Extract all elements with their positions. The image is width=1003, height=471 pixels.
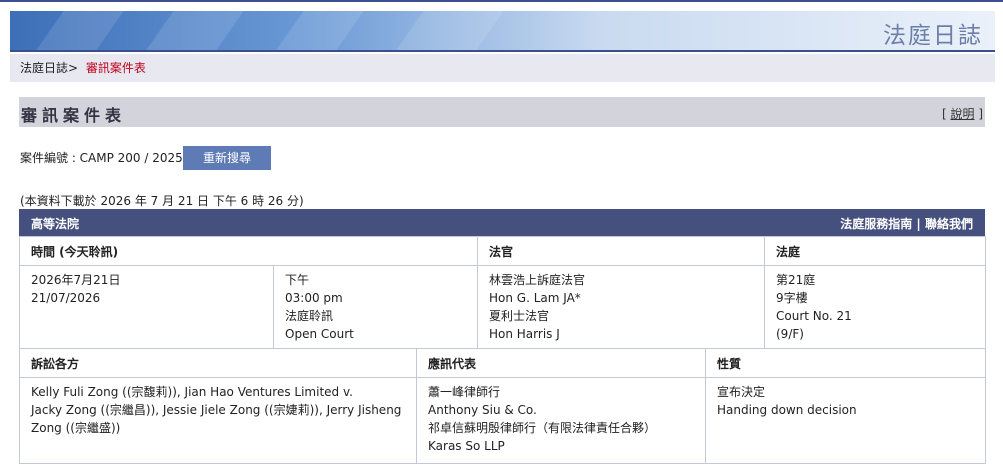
- help-link-wrapper: [ 說明 ]: [941, 107, 983, 121]
- page-header: 審訊案件表 [ 說明 ]: [19, 97, 985, 127]
- firm-1-chinese: 蕭一峰律師行: [428, 385, 501, 399]
- hearing-table: 時間 (今天聆訊) 法官 法庭 2026年7月21日 21/07/2026 下午…: [19, 236, 986, 349]
- courtroom-chinese: 第21庭: [776, 273, 816, 287]
- parties-line: Jacky Zong ((宗繼昌)), Jessie Jiele Zong ((…: [31, 403, 402, 417]
- hearing-type-chinese: 法庭聆訊: [285, 309, 334, 323]
- time-value: 03:00 pm: [285, 291, 343, 305]
- page-title: 審訊案件表: [21, 106, 127, 125]
- parties-header: 訴訟各方: [19, 348, 417, 378]
- download-timestamp: (本資料下載於 2026 年 7 月 21 日 下午 6 時 26 分): [20, 194, 304, 208]
- representation-cell: 蕭一峰律師行 Anthony Siu & Co. 祁卓信蘇明殷律師行（有限法律責…: [416, 377, 706, 464]
- banner-title: 法庭日誌: [883, 23, 983, 49]
- firm-2-chinese: 祁卓信蘇明殷律師行（有限法律責任合夥）: [428, 421, 657, 435]
- firm-1-english: Anthony Siu & Co.: [428, 403, 537, 417]
- parties-table: 訴訟各方 應訊代表 性質 Kelly Fuli Zong ((宗馥莉)), Ji…: [19, 348, 986, 464]
- parties-line: Kelly Fuli Zong ((宗馥莉)), Jian Hao Ventur…: [31, 385, 353, 399]
- case-number: 案件編號 : CAMP 200 / 2025: [20, 151, 183, 165]
- header-banner: 法庭日誌: [10, 11, 995, 50]
- judge-2-english: Hon Harris J: [489, 327, 560, 341]
- time-header: 時間 (今天聆訊): [19, 236, 478, 266]
- court-guide-link[interactable]: 法庭服務指南: [840, 217, 912, 231]
- breadcrumb-separator: >: [68, 61, 79, 75]
- judge-header: 法官: [477, 236, 765, 266]
- judge-1-chinese: 林雲浩上訴庭法官: [489, 273, 586, 287]
- judge-1-english: Hon G. Lam JA*: [489, 291, 581, 305]
- court-header: 法庭: [764, 236, 986, 266]
- court-bar: 高等法院 法庭服務指南 | 聯絡我們: [19, 209, 985, 236]
- contact-us-link[interactable]: 聯絡我們: [925, 217, 973, 231]
- date-numeric: 21/07/2026: [31, 291, 101, 305]
- hearing-type-english: Open Court: [285, 327, 354, 341]
- table-row: Kelly Fuli Zong ((宗馥莉)), Jian Hao Ventur…: [19, 377, 986, 464]
- court-links: 法庭服務指南 | 聯絡我們: [840, 217, 973, 231]
- floor-english: (9/F): [776, 327, 804, 341]
- breadcrumb: 法庭日誌> 審訊案件表: [10, 54, 995, 82]
- date-chinese: 2026年7月21日: [31, 273, 121, 287]
- parties-line: Zong ((宗繼盛)): [31, 421, 121, 435]
- floor-chinese: 9字樓: [776, 291, 808, 305]
- judge-2-chinese: 夏利士法官: [489, 309, 550, 323]
- breadcrumb-home[interactable]: 法庭日誌: [20, 61, 68, 75]
- nature-english: Handing down decision: [717, 403, 857, 417]
- banner-divider: [10, 50, 995, 52]
- courtroom-english: Court No. 21: [776, 309, 852, 323]
- nature-header: 性質: [705, 348, 986, 378]
- representation-header: 應訊代表: [416, 348, 706, 378]
- time-cell: 下午 03:00 pm 法庭聆訊 Open Court: [273, 265, 478, 349]
- breadcrumb-current: 審訊案件表: [85, 61, 146, 75]
- time-period: 下午: [285, 273, 310, 287]
- firm-2-english: Karas So LLP: [428, 439, 505, 453]
- court-name: 高等法院: [31, 217, 80, 231]
- help-link[interactable]: 說明: [950, 107, 974, 121]
- search-again-button[interactable]: 重新搜尋: [183, 146, 271, 170]
- judge-cell: 林雲浩上訴庭法官 Hon G. Lam JA* 夏利士法官 Hon Harris…: [477, 265, 765, 349]
- parties-cell: Kelly Fuli Zong ((宗馥莉)), Jian Hao Ventur…: [19, 377, 417, 464]
- courtroom-cell: 第21庭 9字樓 Court No. 21 (9/F): [764, 265, 986, 349]
- nature-chinese: 宣布決定: [717, 385, 766, 399]
- date-cell: 2026年7月21日 21/07/2026: [19, 265, 274, 349]
- top-border: [0, 0, 1003, 2]
- table-row: 2026年7月21日 21/07/2026 下午 03:00 pm 法庭聆訊 O…: [19, 265, 986, 349]
- nature-cell: 宣布決定 Handing down decision: [705, 377, 986, 464]
